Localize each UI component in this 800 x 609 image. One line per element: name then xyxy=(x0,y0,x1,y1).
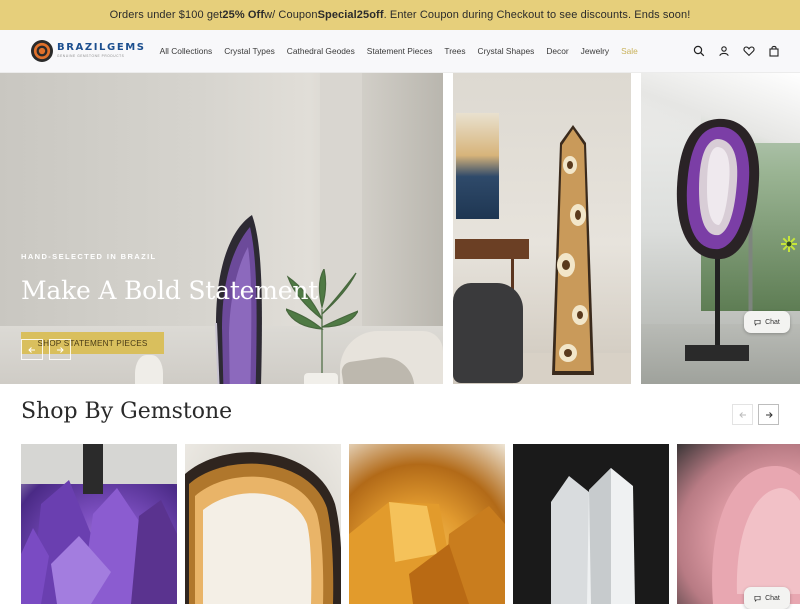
chat-bubble-icon xyxy=(754,319,761,326)
header-actions xyxy=(693,45,780,57)
logo-wordmark: BRAZILGEMS xyxy=(57,42,146,54)
promo-prefix: Orders under $100 get xyxy=(109,9,223,21)
hero-eyebrow: HAND-SELECTED IN BRAZIL xyxy=(21,252,157,261)
promo-coupon-code: Special25off xyxy=(317,9,384,21)
site-logo[interactable]: BRAZILGEMS GENUINE GEMSTONE PRODUCTS xyxy=(31,40,146,62)
hero-slide-main[interactable]: HAND-SELECTED IN BRAZIL Make A Bold Stat… xyxy=(0,73,443,384)
geode-slice-image xyxy=(676,118,760,260)
search-icon[interactable] xyxy=(693,45,705,57)
site-header: BRAZILGEMS GENUINE GEMSTONE PRODUCTS All… xyxy=(0,30,800,73)
sofa-image xyxy=(453,283,523,383)
console-table-image xyxy=(455,239,529,259)
promo-suffix: . Enter Coupon during Checkout to see di… xyxy=(383,9,691,21)
announcement-bar: Orders under $100 get 25% Off w/ Coupon … xyxy=(0,0,800,30)
hero-title: Make A Bold Statement xyxy=(21,276,319,305)
plant-pot-image xyxy=(304,373,338,384)
hero-carousel: HAND-SELECTED IN BRAZIL Make A Bold Stat… xyxy=(0,73,800,384)
nav-statement-pieces[interactable]: Statement Pieces xyxy=(367,46,433,56)
promo-middle: w/ Coupon xyxy=(264,9,318,21)
gemstone-prev-arrow[interactable] xyxy=(732,404,753,425)
nav-trees[interactable]: Trees xyxy=(444,46,465,56)
nav-crystal-shapes[interactable]: Crystal Shapes xyxy=(478,46,535,56)
wall-painting-image xyxy=(456,113,499,219)
logo-gem-icon xyxy=(31,40,53,62)
vase-image xyxy=(135,355,163,384)
agate-slice-image xyxy=(185,452,341,604)
chat-label: Chat xyxy=(765,318,780,326)
citrine-crystal-image xyxy=(349,502,505,604)
sunburst-badge-icon xyxy=(781,236,797,252)
clear-quartz-image xyxy=(551,468,635,604)
hero-prev-arrow[interactable] xyxy=(21,339,43,360)
logo-tagline: GENUINE GEMSTONE PRODUCTS xyxy=(57,54,125,59)
chat-label: Chat xyxy=(765,594,780,602)
gemstone-card-agate[interactable] xyxy=(185,444,341,604)
gemstone-card-list xyxy=(21,444,800,604)
section-title: Shop By Gemstone xyxy=(21,399,233,424)
gemstone-next-arrow[interactable] xyxy=(758,404,779,425)
agate-obelisk-image xyxy=(552,125,594,375)
account-icon[interactable] xyxy=(718,45,730,57)
wishlist-heart-icon[interactable] xyxy=(743,45,755,57)
gemstone-card-rose-quartz[interactable] xyxy=(677,444,800,604)
promo-discount: 25% Off xyxy=(222,9,265,21)
chat-button-secondary[interactable]: Chat xyxy=(744,587,790,609)
chat-bubble-icon xyxy=(754,595,761,602)
gemstone-card-citrine[interactable] xyxy=(349,444,505,604)
amethyst-crystal-image xyxy=(21,444,177,604)
nav-all-collections[interactable]: All Collections xyxy=(160,46,213,56)
hero-slide-geode-slice[interactable] xyxy=(641,73,800,384)
main-nav: All Collections Crystal Types Cathedral … xyxy=(160,46,693,56)
nav-sale[interactable]: Sale xyxy=(621,46,638,56)
gemstone-card-amethyst[interactable] xyxy=(21,444,177,604)
rose-quartz-image xyxy=(712,465,800,604)
gemstone-card-clear-quartz[interactable] xyxy=(513,444,669,604)
chat-button[interactable]: Chat xyxy=(744,311,790,333)
hero-next-arrow[interactable] xyxy=(49,339,71,360)
cart-bag-icon[interactable] xyxy=(768,45,780,57)
nav-decor[interactable]: Decor xyxy=(546,46,568,56)
hero-slide-obelisk[interactable] xyxy=(453,73,631,384)
nav-jewelry[interactable]: Jewelry xyxy=(581,46,609,56)
nav-cathedral-geodes[interactable]: Cathedral Geodes xyxy=(287,46,355,56)
nav-crystal-types[interactable]: Crystal Types xyxy=(224,46,275,56)
